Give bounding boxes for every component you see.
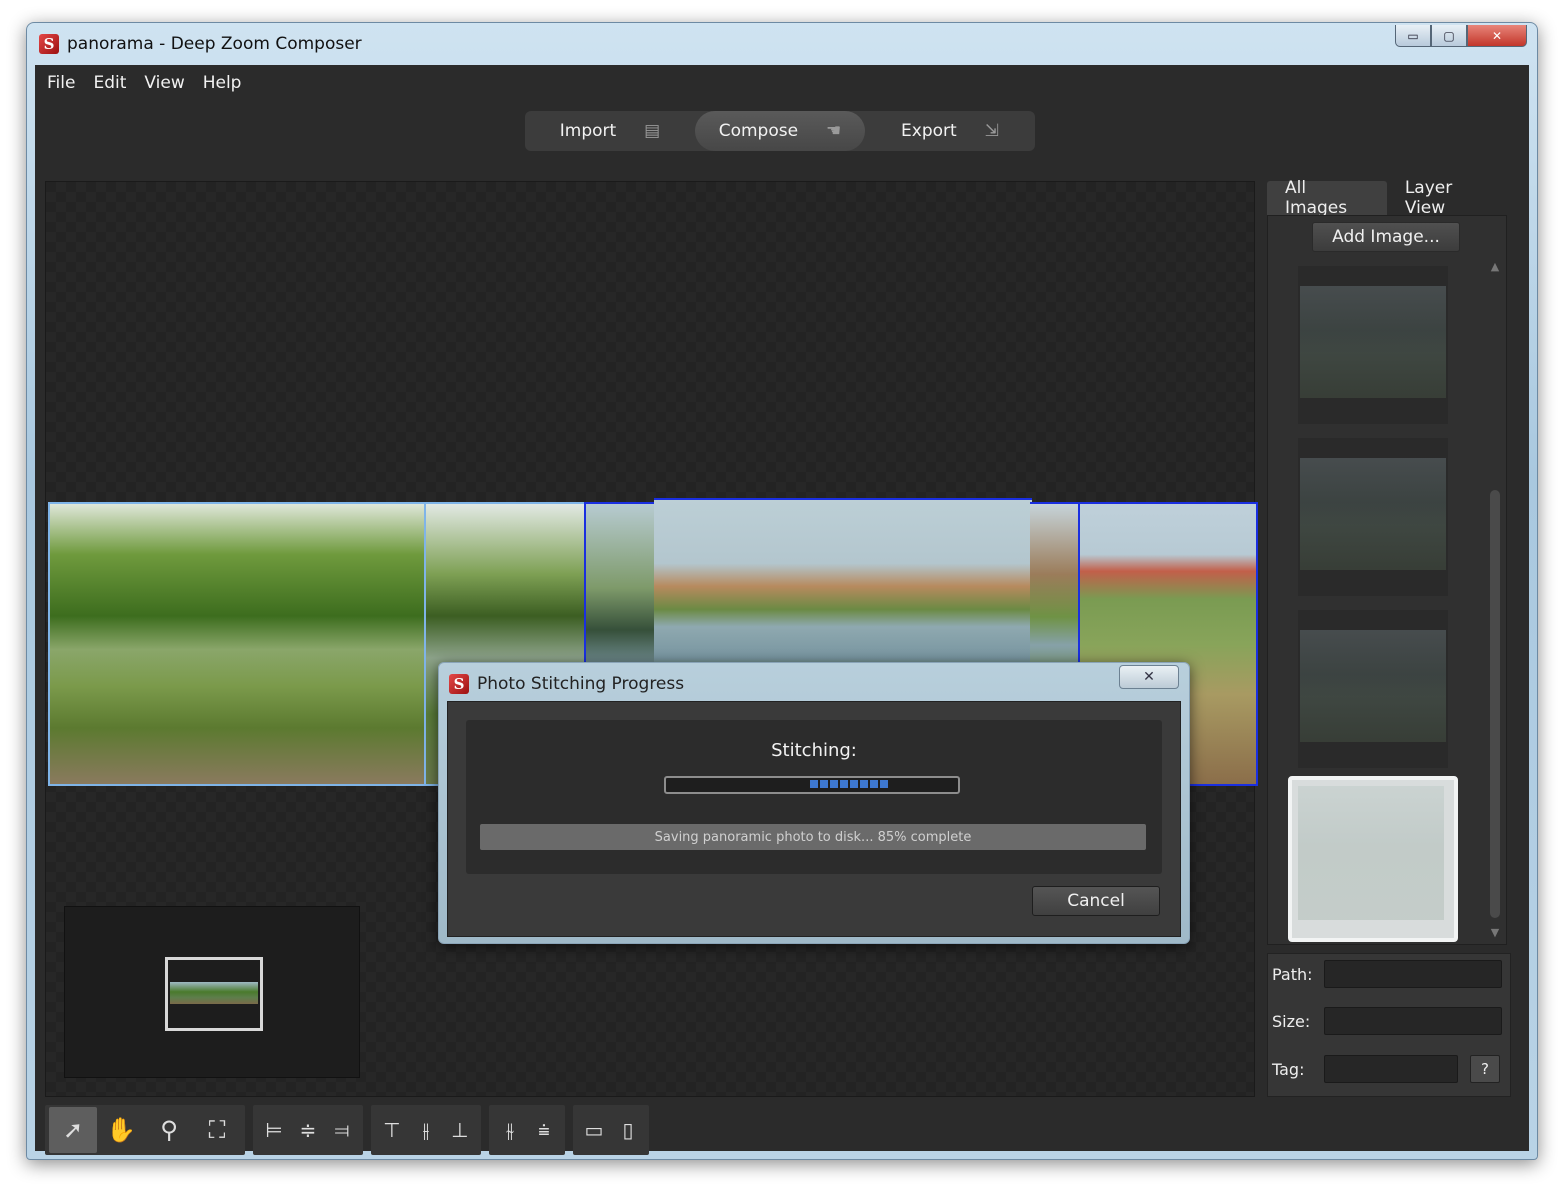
tab-export-label: Export bbox=[901, 121, 957, 141]
window-title: panorama - Deep Zoom Composer bbox=[67, 34, 362, 54]
stitching-progress-dialog: S Photo Stitching Progress ✕ Stitching: … bbox=[438, 662, 1190, 944]
size-field[interactable] bbox=[1324, 1007, 1502, 1035]
panorama-image-1[interactable] bbox=[48, 502, 426, 786]
size-label: Size: bbox=[1272, 1011, 1311, 1031]
app-window: S panorama - Deep Zoom Composer ▭ ▢ ✕ Fi… bbox=[26, 22, 1538, 1160]
tab-all-images[interactable]: All Images bbox=[1267, 178, 1387, 218]
tab-export[interactable]: Export ⇲ bbox=[865, 111, 1035, 151]
scroll-down-icon[interactable]: ▼ bbox=[1488, 926, 1502, 940]
image-list: Add Image... ▲ ▼ bbox=[1267, 215, 1507, 945]
tag-help-button[interactable]: ? bbox=[1470, 1055, 1500, 1083]
align-right-icon[interactable]: ⫤ bbox=[325, 1107, 359, 1153]
tool-group-navigation: ➚ ✋ ⚲ ⛶ bbox=[45, 1105, 245, 1155]
menu-help[interactable]: Help bbox=[203, 73, 242, 93]
window-controls: ▭ ▢ ✕ bbox=[1395, 25, 1527, 47]
image-thumbnail[interactable] bbox=[1298, 438, 1448, 596]
minimap-panorama bbox=[170, 982, 258, 1004]
align-middle-icon[interactable]: ⫲ bbox=[409, 1107, 443, 1153]
thumbnail-image bbox=[1300, 286, 1446, 398]
menu-file[interactable]: File bbox=[47, 73, 75, 93]
deep-zoom-app-icon: S bbox=[449, 674, 469, 694]
pan-hand-icon[interactable]: ✋ bbox=[97, 1107, 145, 1153]
tag-label: Tag: bbox=[1272, 1059, 1305, 1079]
export-icon: ⇲ bbox=[984, 121, 999, 141]
compose-hand-icon: ☚ bbox=[826, 121, 842, 141]
align-bottom-icon[interactable]: ⊥ bbox=[443, 1107, 477, 1153]
distribute-horizontal-icon[interactable]: ⫳ bbox=[493, 1107, 527, 1153]
menu-view[interactable]: View bbox=[144, 73, 184, 93]
right-panel: All Images Layer View Add Image... ▲ ▼ P… bbox=[1267, 178, 1511, 1097]
compose-canvas[interactable] bbox=[45, 181, 1258, 1097]
align-center-icon[interactable]: ≑ bbox=[291, 1107, 325, 1153]
select-arrow-icon[interactable]: ➚ bbox=[49, 1107, 97, 1153]
tool-group-size: ▭ ▯ bbox=[573, 1105, 649, 1155]
dialog-progress-panel: Stitching: Saving panoramic photo to dis… bbox=[466, 720, 1162, 874]
tool-group-align-vertical: ⊤ ⫲ ⊥ bbox=[371, 1105, 481, 1155]
tag-row: Tag: ? bbox=[1272, 1055, 1500, 1083]
compose-toolbar: ➚ ✋ ⚲ ⛶ ⊨ ≑ ⫤ ⊤ ⫲ ⊥ ⫳ ⩧ ▭ ▯ bbox=[45, 1105, 725, 1157]
image-thumbnail-selected[interactable] bbox=[1288, 776, 1458, 942]
align-left-icon[interactable]: ⊨ bbox=[257, 1107, 291, 1153]
cancel-button[interactable]: Cancel bbox=[1032, 886, 1160, 916]
tool-group-distribute: ⫳ ⩧ bbox=[489, 1105, 565, 1155]
size-row: Size: bbox=[1272, 1007, 1502, 1035]
same-width-icon[interactable]: ▭ bbox=[577, 1107, 611, 1153]
scroll-up-icon[interactable]: ▲ bbox=[1488, 260, 1502, 274]
panel-tabs: All Images Layer View bbox=[1267, 178, 1511, 218]
add-image-button[interactable]: Add Image... bbox=[1312, 222, 1460, 252]
distribute-vertical-icon[interactable]: ⩧ bbox=[527, 1107, 561, 1153]
restore-button[interactable]: ▢ bbox=[1431, 25, 1467, 47]
dialog-title: Photo Stitching Progress bbox=[477, 674, 685, 694]
minimap-viewport[interactable] bbox=[165, 957, 263, 1031]
menu-edit[interactable]: Edit bbox=[93, 73, 126, 93]
stitching-heading: Stitching: bbox=[771, 740, 857, 761]
tab-compose-label: Compose bbox=[718, 121, 799, 141]
tag-field[interactable] bbox=[1324, 1055, 1458, 1083]
navigator-minimap[interactable] bbox=[64, 906, 360, 1078]
dialog-close-button[interactable]: ✕ bbox=[1119, 665, 1179, 689]
scrollbar-thumb[interactable] bbox=[1490, 490, 1500, 918]
align-top-icon[interactable]: ⊤ bbox=[375, 1107, 409, 1153]
zoom-icon[interactable]: ⚲ bbox=[145, 1107, 193, 1153]
image-properties: Path: Size: Tag: ? bbox=[1267, 953, 1511, 1097]
import-icon: ▤ bbox=[644, 121, 661, 141]
tool-group-align-horizontal: ⊨ ≑ ⫤ bbox=[253, 1105, 363, 1155]
tab-import[interactable]: Import ▤ bbox=[525, 111, 695, 151]
stitching-status: Saving panoramic photo to disk... 85% co… bbox=[480, 824, 1146, 850]
dialog-title-bar: S Photo Stitching Progress bbox=[449, 669, 684, 699]
image-thumbnail[interactable] bbox=[1298, 266, 1448, 424]
image-list-scrollbar[interactable]: ▲ ▼ bbox=[1488, 260, 1502, 940]
client-area: File Edit View Help Import ▤ Compose ☚ E… bbox=[35, 65, 1529, 1155]
image-thumbnail[interactable] bbox=[1298, 610, 1448, 768]
minimize-button[interactable]: ▭ bbox=[1395, 25, 1431, 47]
path-row: Path: bbox=[1272, 960, 1502, 988]
thumbnail-image bbox=[1300, 458, 1446, 570]
dialog-body: Stitching: Saving panoramic photo to dis… bbox=[447, 701, 1181, 937]
deep-zoom-app-icon: S bbox=[39, 34, 59, 54]
menu-bar: File Edit View Help bbox=[35, 65, 1529, 101]
same-height-icon[interactable]: ▯ bbox=[611, 1107, 645, 1153]
tab-layer-view[interactable]: Layer View bbox=[1387, 178, 1511, 218]
progress-indicator bbox=[810, 780, 890, 788]
stitching-progress-bar bbox=[664, 776, 960, 794]
thumbnail-image bbox=[1298, 786, 1444, 920]
close-button[interactable]: ✕ bbox=[1467, 25, 1527, 47]
path-label: Path: bbox=[1272, 964, 1313, 984]
title-bar: S panorama - Deep Zoom Composer ▭ ▢ ✕ bbox=[27, 23, 1537, 65]
mode-switcher: Import ▤ Compose ☚ Export ⇲ bbox=[525, 111, 1035, 151]
zoom-fit-icon[interactable]: ⛶ bbox=[193, 1107, 241, 1153]
tab-compose[interactable]: Compose ☚ bbox=[695, 111, 865, 151]
path-field[interactable] bbox=[1324, 960, 1502, 988]
thumbnail-image bbox=[1300, 630, 1446, 742]
tab-import-label: Import bbox=[559, 121, 617, 141]
